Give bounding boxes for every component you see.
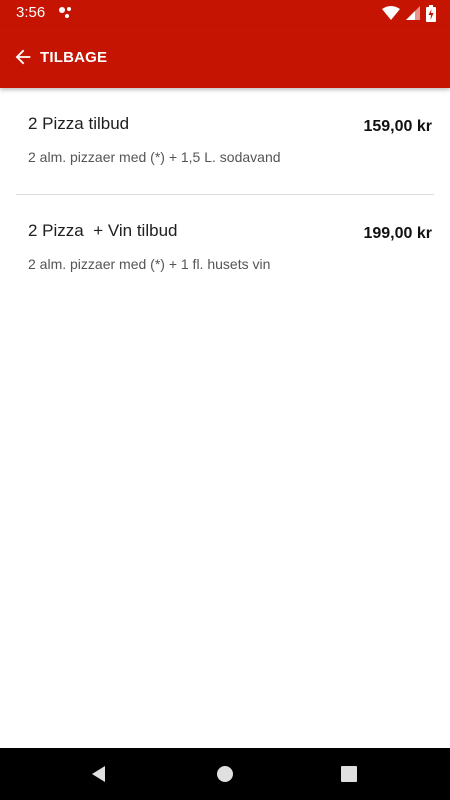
offer-item[interactable]: 2 Pizza tilbud 2 alm. pizzaer med (*) + … xyxy=(16,88,434,194)
battery-charging-icon xyxy=(426,4,436,22)
offer-description: 2 alm. pizzaer med (*) + 1 fl. husets vi… xyxy=(28,256,271,272)
offer-item[interactable]: 2 Pizza + Vin tilbud 2 alm. pizzaer med … xyxy=(16,194,434,301)
status-time: 3:56 xyxy=(16,4,46,21)
recents-square-icon xyxy=(341,766,357,782)
offer-title: 2 Pizza + Vin tilbud xyxy=(28,221,178,240)
system-nav-bar xyxy=(0,748,450,800)
offer-title: 2 Pizza tilbud xyxy=(28,114,130,133)
offer-list: 2 Pizza tilbud 2 alm. pizzaer med (*) + … xyxy=(0,88,450,301)
offer-price: 159,00 kr xyxy=(363,118,432,135)
offer-price: 199,00 kr xyxy=(363,225,432,242)
back-button[interactable]: TILBAGE xyxy=(12,42,107,72)
nav-back-button[interactable] xyxy=(87,762,111,786)
nav-home-button[interactable] xyxy=(213,762,237,786)
status-bar: 3:56 xyxy=(0,0,450,26)
arrow-back-icon xyxy=(15,49,31,65)
notification-dots-icon xyxy=(59,7,71,18)
nav-recents-button[interactable] xyxy=(337,762,361,786)
offer-description: 2 alm. pizzaer med (*) + 1,5 L. sodavand xyxy=(28,149,281,165)
app-toolbar: TILBAGE xyxy=(0,26,450,88)
back-triangle-icon xyxy=(92,766,105,782)
home-circle-icon xyxy=(217,766,233,782)
signal-icon xyxy=(406,6,420,20)
wifi-icon xyxy=(382,6,400,20)
back-label: TILBAGE xyxy=(40,48,108,66)
